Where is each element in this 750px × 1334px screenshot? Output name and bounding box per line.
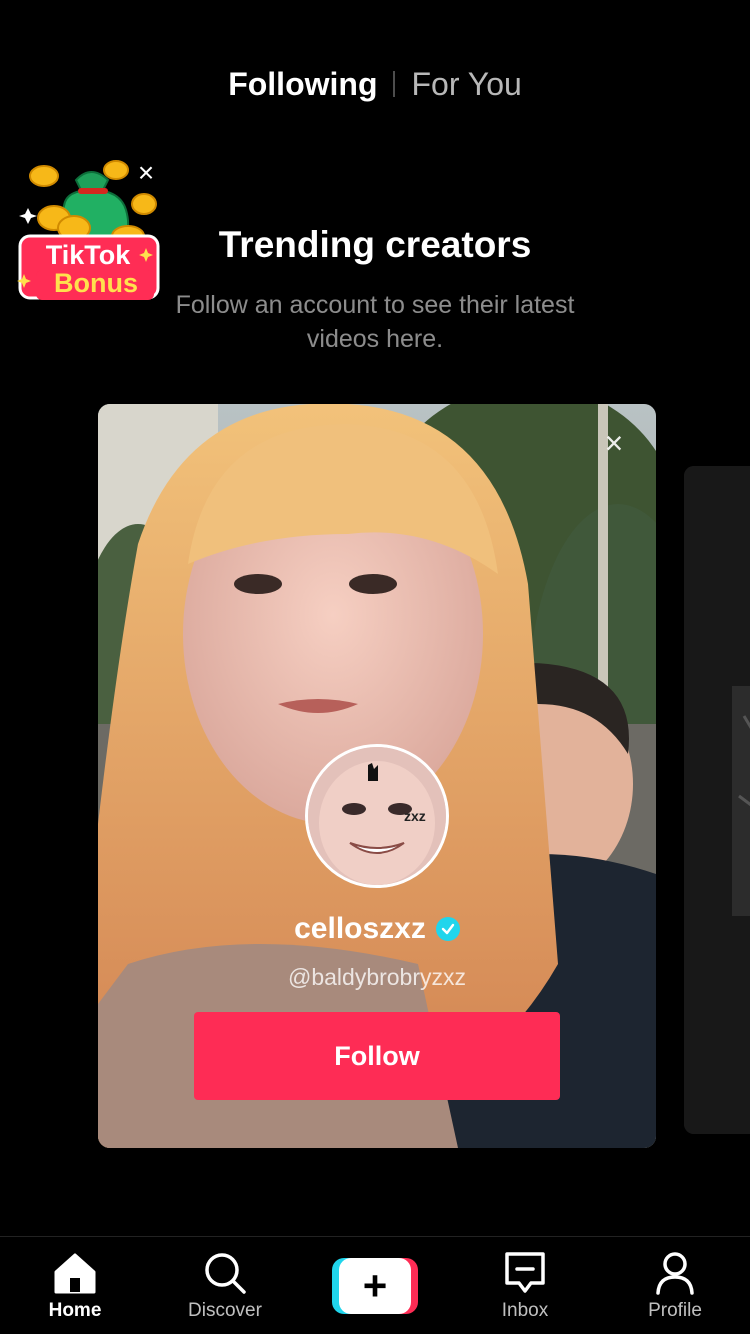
nav-inbox-label: Inbox [501,1299,549,1321]
create-button[interactable]: + [332,1257,418,1314]
nav-discover-label: Discover [188,1299,262,1321]
verified-badge-icon [435,917,460,941]
creator-card[interactable]: × zxz celloszxz @baldybrobryzxz Follow [98,404,656,1148]
feed-tabs: Following For You [0,62,750,106]
creator-name-row: celloszxz [98,912,656,946]
home-icon [52,1250,98,1296]
creator-handle: @baldybrobryzxz [287,964,467,990]
tab-following[interactable]: Following [212,66,393,103]
nav-inbox[interactable]: Inbox [470,1250,580,1322]
inbox-icon [502,1250,548,1296]
avatar-caption: zxz [404,808,426,824]
nav-home-label: Home [48,1299,102,1321]
nav-create[interactable]: + [320,1257,430,1314]
avatar-image: zxz [308,747,446,885]
nav-profile-label: Profile [648,1299,702,1321]
card-close-icon[interactable]: × [600,427,628,459]
nav-discover[interactable]: Discover [170,1250,280,1322]
plus-icon: + [339,1257,411,1314]
avatar[interactable]: zxz [305,744,449,888]
profile-icon [652,1250,698,1296]
follow-button[interactable]: Follow [194,1012,560,1100]
bonus-close-icon[interactable]: × [134,159,158,187]
page-title: Trending creators [218,224,532,265]
creator-name[interactable]: celloszxz [294,912,426,946]
page-subtitle: Follow an account to see their latest vi… [175,291,575,353]
bonus-line2: Bonus [54,268,138,298]
search-icon [202,1250,248,1296]
tab-for-you[interactable]: For You [395,66,537,103]
bottom-nav: Home Discover + Inbox Profile [0,1236,750,1334]
nav-profile[interactable]: Profile [620,1250,730,1322]
next-creator-card[interactable] [684,466,750,1134]
screen: Following For You TikTok Bonus × Trendin… [0,0,750,1334]
nav-home[interactable]: Home [20,1250,130,1322]
